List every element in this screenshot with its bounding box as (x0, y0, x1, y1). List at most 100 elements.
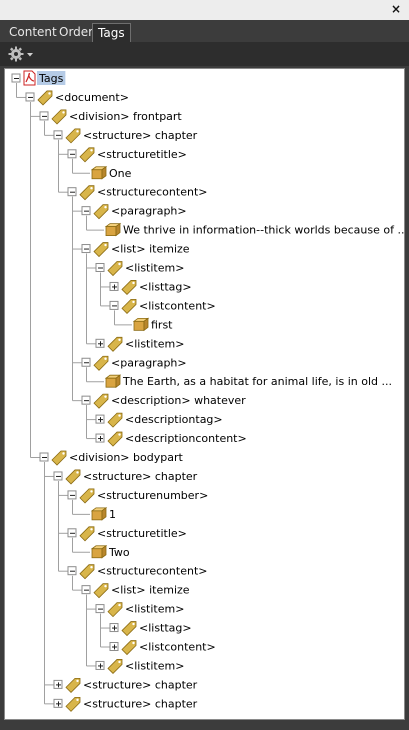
tree-canvas: Tags <document> <division> frontpart <struc… (11, 70, 404, 712)
expand-toggle-icon[interactable] (95, 660, 105, 670)
expand-toggle-icon[interactable] (95, 414, 105, 424)
tree-node[interactable]: One (90, 165, 132, 180)
tree-node[interactable]: <descriptiontag> (95, 412, 223, 428)
expand-toggle-icon[interactable] (109, 281, 119, 291)
collapse-toggle-icon[interactable] (67, 490, 77, 500)
collapse-toggle-icon[interactable] (39, 452, 49, 462)
expand-toggle-icon[interactable] (109, 642, 119, 651)
tree-node[interactable]: Tags (11, 70, 66, 86)
tree-node[interactable]: <structuretitle> (67, 147, 187, 163)
collapse-toggle-icon[interactable] (11, 73, 21, 83)
tree-node[interactable]: <structure> chapter (53, 696, 198, 712)
content-container-icon (90, 165, 108, 180)
tag-icon (121, 640, 137, 656)
tree-node[interactable]: <listitem> (95, 659, 184, 675)
tag-icon (93, 355, 109, 371)
expand-toggle-icon[interactable] (95, 433, 105, 443)
tree-node[interactable]: <structurecontent> (67, 564, 207, 580)
tree-node[interactable]: first (132, 317, 173, 331)
collapse-toggle-icon[interactable] (67, 187, 77, 197)
collapse-toggle-icon[interactable] (39, 111, 49, 121)
collapse-toggle-icon[interactable] (81, 244, 91, 254)
collapse-toggle-icon[interactable] (67, 566, 77, 576)
tab-tags[interactable]: Tags (92, 23, 131, 42)
tree-node[interactable]: Two (90, 544, 130, 559)
collapse-toggle-icon[interactable] (81, 585, 91, 595)
tree-node[interactable]: <list> itemize (81, 242, 190, 258)
tag-icon (65, 696, 81, 712)
collapse-toggle-icon[interactable] (95, 604, 105, 614)
tree-node[interactable]: <listitem> (95, 336, 184, 352)
tree-node-label: <description> whatever (111, 394, 246, 407)
tree-node[interactable]: <listcontent> (109, 640, 216, 656)
chevron-down-icon (27, 53, 33, 57)
expand-toggle-icon[interactable] (53, 679, 63, 689)
tree-node[interactable]: <structure> chapter (53, 469, 198, 485)
tree-node-label: <list> itemize (111, 584, 190, 597)
tag-icon (107, 412, 123, 428)
tree-node-label: <structure> chapter (83, 697, 198, 710)
tag-icon (107, 602, 123, 618)
tree-node[interactable]: <structurecontent> (67, 185, 207, 201)
tree-node-label: <structurenumber> (97, 489, 208, 502)
tree-node[interactable]: <paragraph> (81, 204, 187, 220)
tree-node[interactable]: <paragraph> (81, 355, 187, 371)
tree-node-label: <listcontent> (139, 299, 216, 312)
expand-toggle-icon[interactable] (53, 698, 63, 708)
tree-node-label: <structure> chapter (83, 470, 198, 483)
tree-node[interactable]: <descriptioncontent> (95, 431, 247, 447)
tree-node[interactable]: <listtag> (109, 280, 192, 296)
tree-node[interactable]: <listtag> (109, 621, 192, 637)
tag-icon (79, 488, 95, 504)
tree-node-label: <structure> chapter (83, 129, 198, 142)
tree-node[interactable]: <listcontent> (109, 299, 216, 314)
tree-node-label: <listitem> (125, 262, 184, 275)
options-menu-button[interactable] (8, 45, 38, 63)
tags-tree: Tags <document> <division> frontpart <struc… (4, 68, 405, 720)
collapse-toggle-icon[interactable] (81, 357, 91, 367)
tree-node[interactable]: We thrive in information--thick worlds b… (104, 222, 404, 237)
close-icon[interactable]: × (391, 2, 401, 16)
tree-node-label: <structure> chapter (83, 678, 198, 691)
collapse-toggle-icon[interactable] (81, 206, 91, 216)
collapse-toggle-icon[interactable] (81, 395, 91, 405)
collapse-toggle-icon[interactable] (67, 528, 77, 538)
tag-icon (65, 678, 81, 693)
tags-panel: Content Order Tags Tags <document> <divi… (0, 20, 409, 730)
tree-node[interactable]: <list> itemize (81, 583, 190, 599)
tree-node[interactable]: <structuretitle> (67, 526, 187, 542)
collapse-toggle-icon[interactable] (53, 130, 63, 140)
tree-node-label: Tags (38, 72, 64, 85)
tree-node[interactable]: 1 (90, 507, 116, 521)
tree-node[interactable]: <division> bodypart (39, 450, 183, 466)
tree-node-label: <structuretitle> (97, 527, 187, 540)
tree-node-label: Two (108, 546, 130, 559)
expand-toggle-icon[interactable] (95, 338, 105, 348)
tag-icon (121, 621, 137, 637)
collapse-toggle-icon[interactable] (53, 471, 63, 481)
collapse-toggle-icon[interactable] (67, 149, 77, 159)
tree-node[interactable]: <structure> chapter (53, 128, 198, 144)
tree-node[interactable]: The Earth, as a habitat for animal life,… (104, 374, 392, 388)
tag-icon (93, 393, 109, 409)
tree-node[interactable]: <listitem> (95, 602, 184, 618)
tree-node[interactable]: <structurenumber> (67, 488, 208, 504)
tree-node[interactable]: <listitem> (95, 261, 184, 277)
tag-icon (93, 204, 109, 220)
tree-node[interactable]: <document> (25, 90, 129, 106)
tag-icon (107, 431, 123, 447)
tree-node-label: <structurecontent> (97, 186, 207, 199)
tree-node[interactable]: <structure> chapter (53, 678, 198, 693)
tree-node-label: <descriptiontag> (125, 413, 223, 426)
gear-icon (8, 46, 33, 62)
tree-node-label: <listcontent> (139, 641, 216, 654)
content-container-icon (90, 544, 108, 559)
tag-icon (65, 469, 81, 485)
collapse-toggle-icon[interactable] (109, 300, 119, 310)
collapse-toggle-icon[interactable] (95, 263, 105, 272)
tree-node-label: <document> (55, 91, 129, 104)
collapse-toggle-icon[interactable] (25, 92, 35, 102)
expand-toggle-icon[interactable] (109, 623, 119, 633)
tree-node[interactable]: <description> whatever (81, 393, 246, 409)
tree-node[interactable]: <division> frontpart (39, 109, 182, 125)
